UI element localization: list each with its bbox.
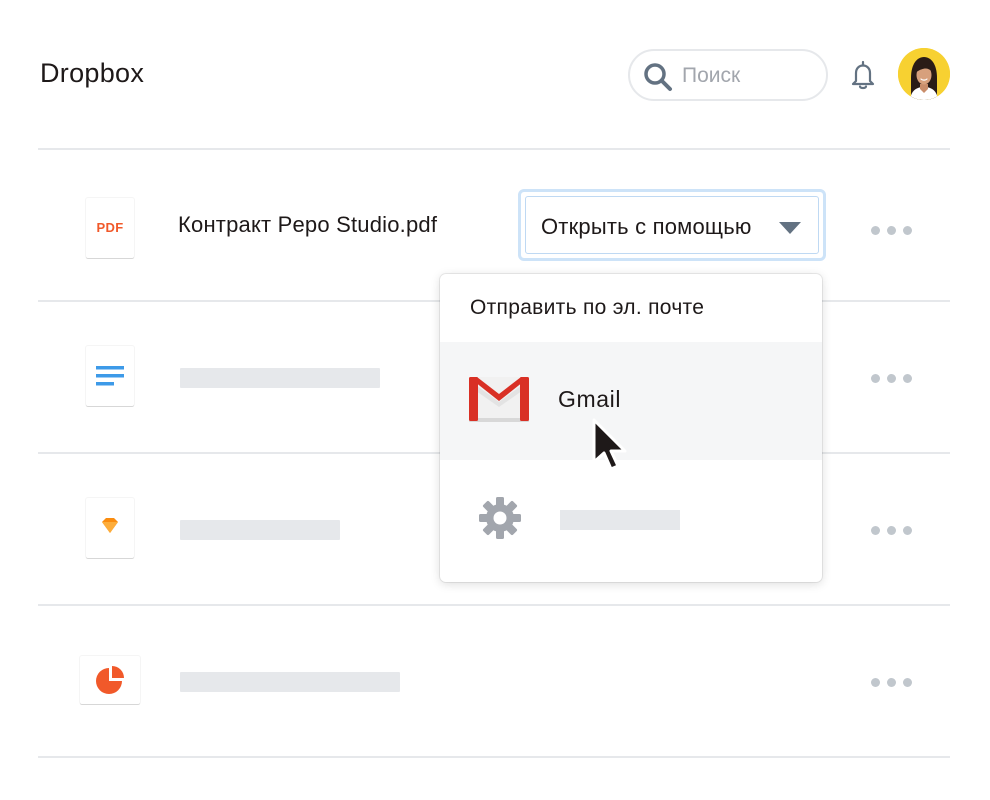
- menu-item-settings[interactable]: [440, 460, 822, 582]
- row-divider: [38, 756, 950, 758]
- user-portrait-icon: [898, 48, 950, 100]
- dot-icon: [887, 374, 896, 383]
- gear-icon: [479, 497, 521, 539]
- document-file-icon: [86, 346, 134, 406]
- diamond-icon: [102, 518, 118, 533]
- row-divider: [38, 148, 950, 150]
- file-name-placeholder: [180, 520, 340, 540]
- search-box[interactable]: [628, 49, 828, 101]
- pie-chart-icon: [96, 666, 124, 694]
- more-actions-button[interactable]: [870, 676, 914, 688]
- file-name-placeholder: [180, 368, 380, 388]
- dot-icon: [887, 678, 896, 687]
- menu-item-label: Gmail: [558, 386, 622, 412]
- file-name[interactable]: Контракт Pepo Studio.pdf: [178, 212, 437, 238]
- menu-header: Отправить по эл. почте: [470, 296, 705, 319]
- app-title: Dropbox: [40, 58, 145, 88]
- search-input[interactable]: [682, 61, 816, 91]
- dot-icon: [871, 526, 880, 535]
- chevron-down-icon: [779, 222, 801, 234]
- dot-icon: [871, 678, 880, 687]
- search-icon: [644, 63, 672, 91]
- dot-icon: [887, 226, 896, 235]
- row-divider: [38, 604, 950, 606]
- menu-item-placeholder: [560, 510, 680, 530]
- bell-icon[interactable]: [846, 58, 880, 92]
- avatar[interactable]: [898, 48, 950, 100]
- more-actions-button[interactable]: [870, 224, 914, 236]
- pdf-type-label: PDF: [96, 220, 124, 235]
- gmail-icon: [469, 377, 529, 422]
- dot-icon: [903, 678, 912, 687]
- open-with-dropdown[interactable]: Открыть с помощью: [518, 189, 826, 261]
- open-with-label: Открыть с помощью: [541, 214, 752, 239]
- dot-icon: [903, 226, 912, 235]
- dot-icon: [903, 526, 912, 535]
- presentation-file-icon: [80, 656, 140, 704]
- dot-icon: [871, 226, 880, 235]
- more-actions-button[interactable]: [870, 524, 914, 536]
- dot-icon: [903, 374, 912, 383]
- dot-icon: [871, 374, 880, 383]
- more-actions-button[interactable]: [870, 372, 914, 384]
- sketch-file-icon: [86, 498, 134, 558]
- file-name-placeholder: [180, 672, 400, 692]
- dot-icon: [887, 526, 896, 535]
- pdf-file-icon: PDF: [86, 198, 134, 258]
- mouse-cursor-icon: [592, 418, 627, 471]
- text-lines-icon: [96, 366, 124, 386]
